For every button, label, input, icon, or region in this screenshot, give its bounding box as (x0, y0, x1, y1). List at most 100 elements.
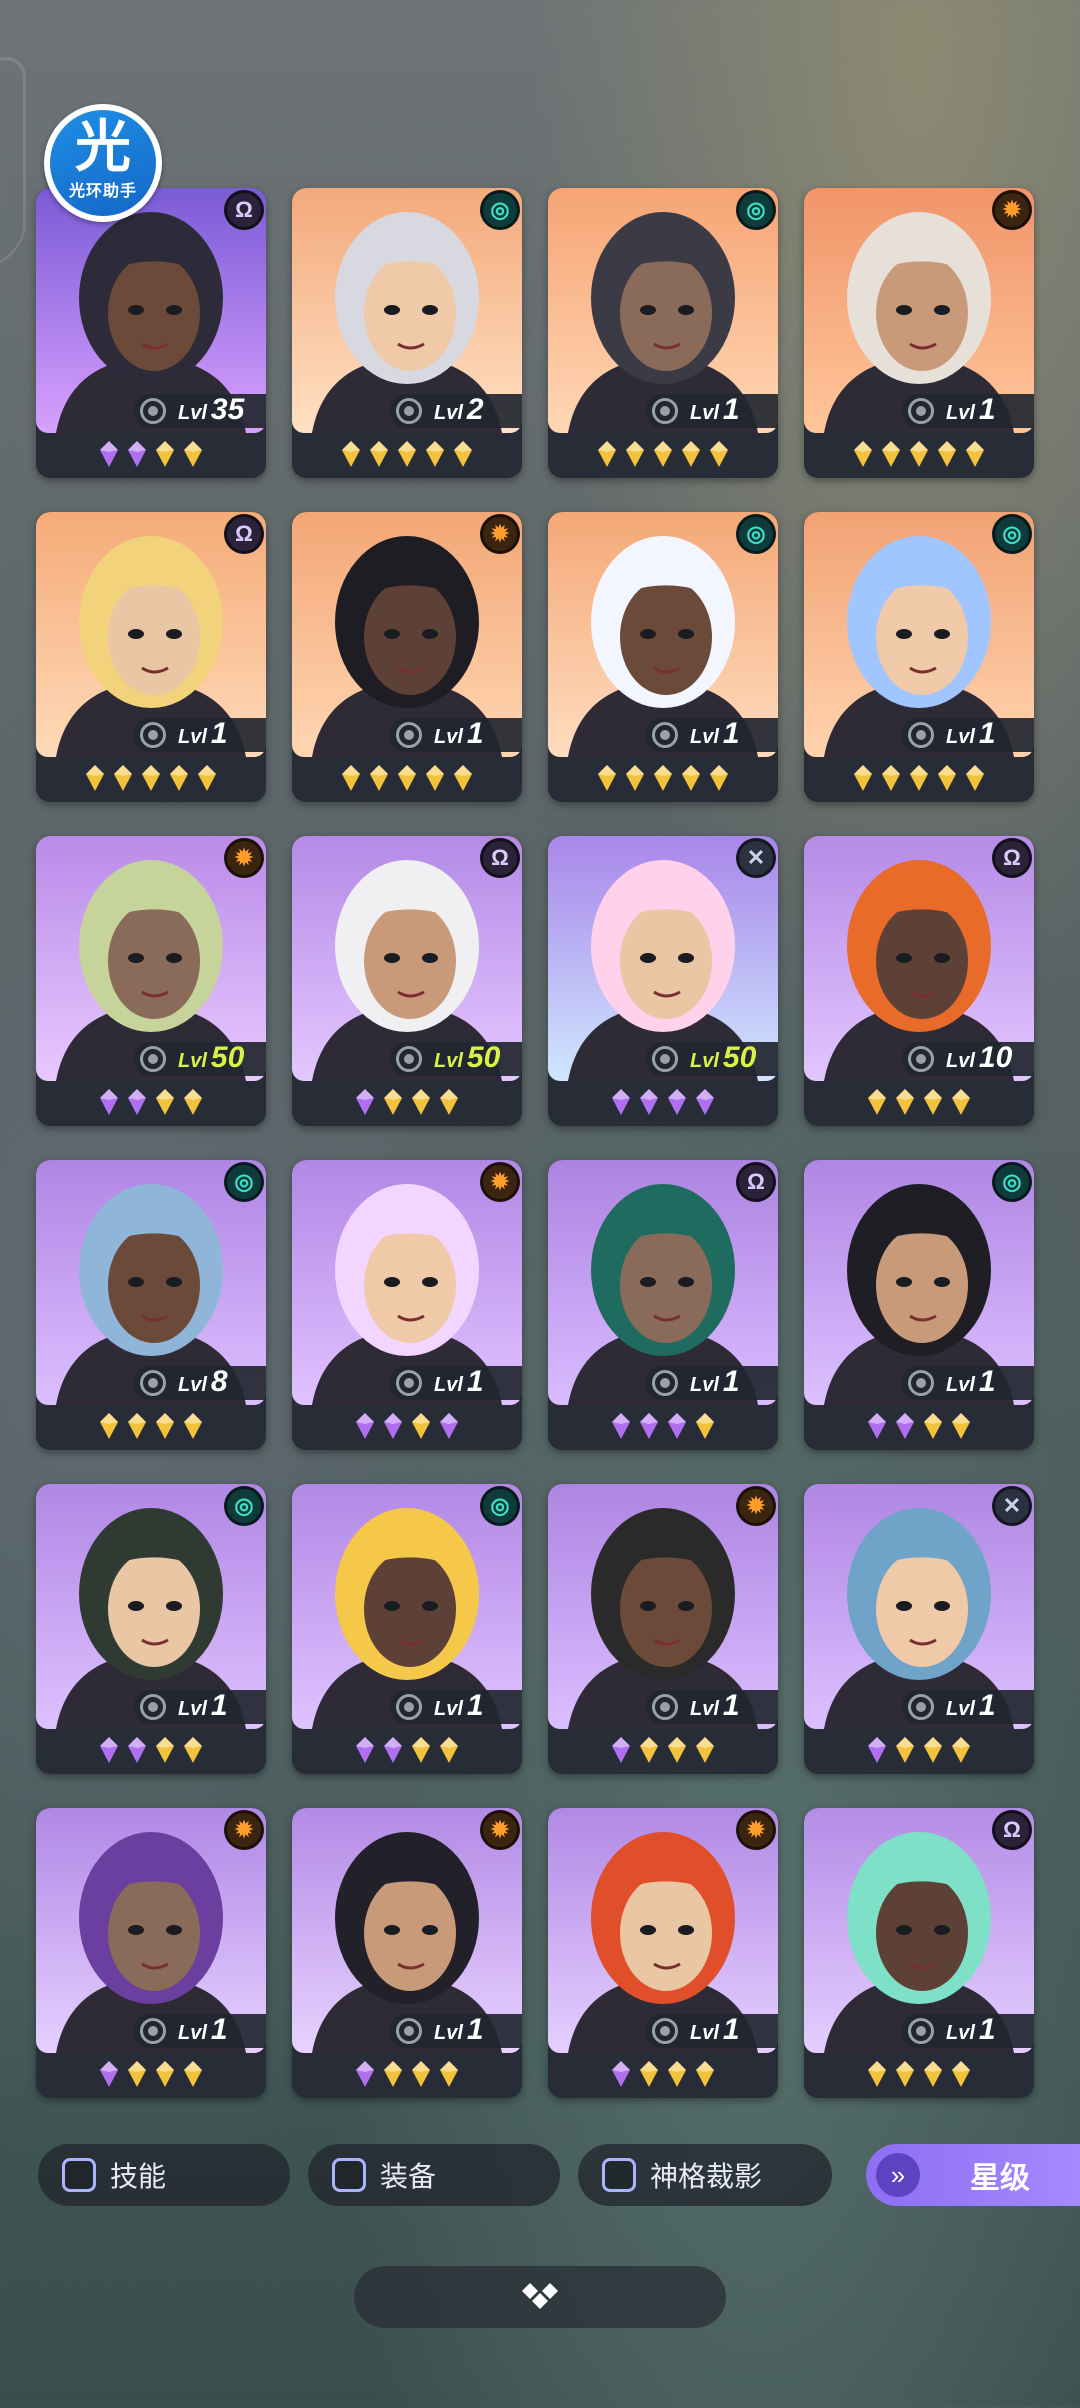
hero-level: Lvl 1 (690, 1688, 740, 1724)
level-number: 1 (466, 2012, 484, 2046)
gold-gem-icon (868, 2061, 886, 2087)
app-logo[interactable]: 光 光环助手 (44, 104, 162, 222)
swirl-icon: ◎ (480, 1486, 520, 1526)
star-sort-button[interactable]: » 星级 (866, 2144, 1080, 2206)
level-prefix: Lvl (690, 1697, 719, 1720)
star-gems (804, 1736, 1034, 1768)
rune-icon: Ω (992, 1810, 1032, 1850)
level-bar: Lvl 1 (646, 718, 778, 752)
hero-card[interactable]: Ω Lvl 1 (804, 1808, 1034, 2098)
level-number: 1 (978, 1364, 996, 1398)
hero-card[interactable]: ◎ Lvl 8 (36, 1160, 266, 1450)
level-number: 1 (722, 392, 740, 426)
hero-card[interactable]: ✹ Lvl 1 (548, 1808, 778, 2098)
hero-card[interactable]: ✹ Lvl 1 (292, 512, 522, 802)
hero-card[interactable]: ✹ Lvl 1 (292, 1160, 522, 1450)
gold-gem-icon (966, 765, 984, 791)
hero-card[interactable]: ◎ Lvl 1 (548, 188, 778, 478)
gold-gem-icon (882, 765, 900, 791)
level-prefix: Lvl (690, 725, 719, 748)
gold-gem-icon (128, 2061, 146, 2087)
hero-card[interactable]: ◎ Lvl 1 (548, 512, 778, 802)
gold-gem-icon (184, 1413, 202, 1439)
gold-gem-icon (440, 1737, 458, 1763)
hero-card[interactable]: ✕ Lvl 1 (804, 1484, 1034, 1774)
star-gems (804, 1088, 1034, 1120)
hero-card[interactable]: ✹ Lvl 1 (292, 1808, 522, 2098)
gold-gem-icon (454, 765, 472, 791)
gold-gem-icon (398, 441, 416, 467)
hero-card[interactable]: ◎ Lvl 1 (804, 512, 1034, 802)
filter-divine[interactable]: 神格裁影 (578, 2144, 832, 2206)
purple-gem-icon (100, 441, 118, 467)
level-bar: Lvl 1 (134, 1690, 266, 1724)
hero-card[interactable]: ✹ Lvl 50 (36, 836, 266, 1126)
hero-card[interactable]: Ω Lvl 1 (548, 1160, 778, 1450)
hero-level: Lvl 1 (690, 392, 740, 428)
hero-card[interactable]: ✹ Lvl 1 (36, 1808, 266, 2098)
level-number: 50 (466, 1040, 501, 1074)
gold-gem-icon (412, 1737, 430, 1763)
hero-card[interactable]: Ω Lvl 10 (804, 836, 1034, 1126)
checkbox[interactable] (602, 2158, 636, 2192)
hero-card[interactable]: ◎ Lvl 2 (292, 188, 522, 478)
level-prefix: Lvl (946, 1049, 975, 1072)
hero-level: Lvl 50 (178, 1042, 244, 1076)
level-bar: Lvl 1 (646, 1366, 778, 1400)
gear-icon (652, 1046, 678, 1072)
gold-gem-icon (710, 441, 728, 467)
purple-gem-icon (128, 1737, 146, 1763)
edge-decoration (0, 47, 26, 279)
hero-level: Lvl 1 (946, 1364, 996, 1400)
hero-level: Lvl 1 (946, 394, 996, 428)
level-number: 1 (978, 716, 996, 750)
level-prefix: Lvl (690, 2021, 719, 2044)
gold-gem-icon (370, 441, 388, 467)
checkbox[interactable] (332, 2158, 366, 2192)
hero-card[interactable]: ✹ Lvl 1 (804, 188, 1034, 478)
expand-button[interactable] (354, 2266, 726, 2328)
level-prefix: Lvl (946, 1373, 975, 1396)
gold-gem-icon (156, 2061, 174, 2087)
hero-card[interactable]: ◎ Lvl 1 (292, 1484, 522, 1774)
gold-gem-icon (184, 1737, 202, 1763)
star-gems (292, 2060, 522, 2092)
filter-equipment[interactable]: 装备 (308, 2144, 560, 2206)
swirl-icon: ◎ (480, 190, 520, 230)
level-bar: Lvl 1 (390, 1690, 522, 1724)
gear-icon (396, 1370, 422, 1396)
level-bar: Lvl 1 (902, 718, 1034, 752)
checkbox[interactable] (62, 2158, 96, 2192)
level-number: 1 (210, 2012, 228, 2046)
purple-gem-icon (896, 1413, 914, 1439)
filter-skill[interactable]: 技能 (38, 2144, 290, 2206)
level-number: 1 (210, 1688, 228, 1722)
filter-divine-label: 神格裁影 (650, 2161, 763, 2192)
star-gems (36, 2060, 266, 2092)
hero-card[interactable]: ✹ Lvl 1 (548, 1484, 778, 1774)
level-prefix: Lvl (434, 1697, 463, 1720)
sun-icon: ✹ (992, 190, 1032, 230)
level-prefix: Lvl (946, 401, 975, 424)
hero-card[interactable]: ✕ Lvl 50 (548, 836, 778, 1126)
hero-card[interactable]: Ω Lvl 35 (36, 188, 266, 478)
hero-level: Lvl 50 (434, 1040, 501, 1076)
gold-gem-icon (952, 1089, 970, 1115)
gold-gem-icon (882, 441, 900, 467)
gear-icon (396, 1694, 422, 1720)
level-number: 1 (722, 1688, 740, 1722)
gear-icon (140, 1694, 166, 1720)
rune-icon: Ω (224, 190, 264, 230)
purple-gem-icon (668, 1413, 686, 1439)
gold-gem-icon (896, 1737, 914, 1763)
level-number: 1 (722, 1364, 740, 1398)
hero-card[interactable]: ◎ Lvl 1 (804, 1160, 1034, 1450)
purple-gem-icon (356, 1737, 374, 1763)
hero-card[interactable]: Ω Lvl 50 (292, 836, 522, 1126)
gold-gem-icon (128, 1413, 146, 1439)
hero-level: Lvl 1 (946, 716, 996, 752)
hero-level: Lvl 1 (690, 718, 740, 752)
hero-card[interactable]: ◎ Lvl 1 (36, 1484, 266, 1774)
hero-card[interactable]: Ω Lvl 1 (36, 512, 266, 802)
gold-gem-icon (924, 2061, 942, 2087)
